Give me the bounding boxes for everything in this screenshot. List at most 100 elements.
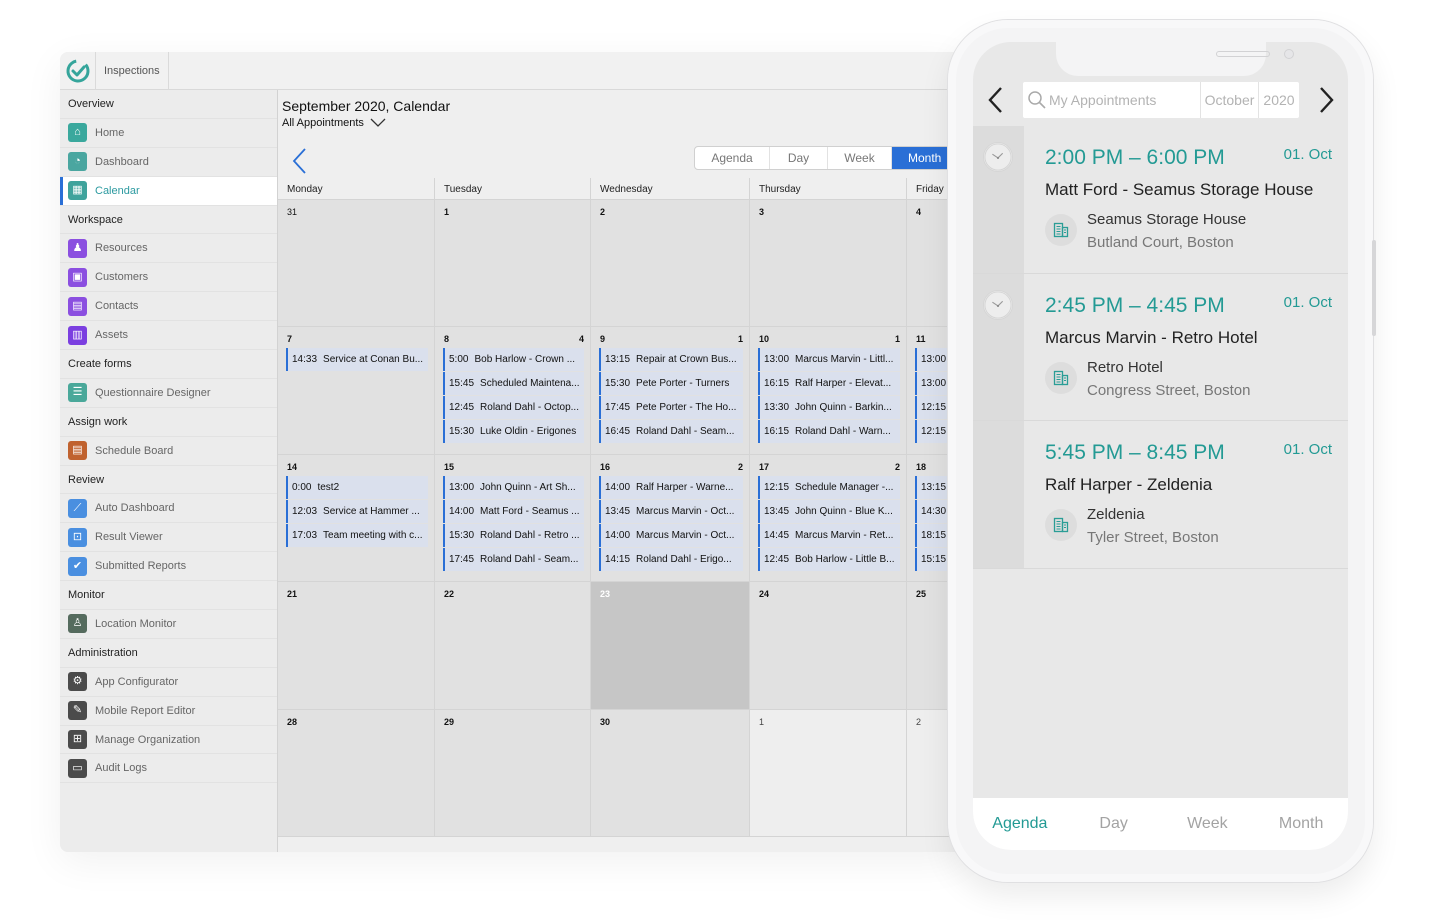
calendar-event[interactable]: 16:15 Roland Dahl - Warn... (758, 420, 900, 444)
calendar-day-cell[interactable]: 15 13:00 John Quinn - Art Sh... 14:00 Matt F… (435, 454, 591, 582)
app-tab-inspections[interactable]: Inspections (96, 52, 169, 90)
sidebar-item-mobile-report-editor[interactable]: ✎ Mobile Report Editor (60, 697, 277, 726)
calendar-day-cell[interactable]: 21 (278, 582, 435, 709)
calendar-event[interactable]: 12:03 Service at Hammer ... (286, 499, 428, 523)
calendar-day-cell[interactable]: 9 1 13:15 Repair at Crown Bus... 15:30 Pete P… (591, 327, 750, 454)
sidebar-item-home[interactable]: ⌂ Home (60, 119, 277, 148)
calendar-event[interactable]: 15:45 Scheduled Maintena... (443, 372, 584, 396)
calendar-event[interactable]: 12:45 Roland Dahl - Octop... (443, 396, 584, 420)
calendar-day-cell[interactable]: 18 13:15 14:30 18:15 15:15 (907, 454, 953, 582)
calendar-event[interactable]: 12:45 Bob Harlow - Little B... (758, 547, 900, 571)
calendar-day-cell[interactable]: 14 0:00 test2 12:03 Service at Hammer ... 17:… (278, 454, 435, 582)
sidebar-item-result-viewer[interactable]: ⊡ Result Viewer (60, 523, 277, 553)
calendar-event[interactable]: 13:45 John Quinn - Blue K... (758, 499, 900, 523)
appointments-filter-dropdown[interactable]: All Appointments (282, 117, 386, 129)
sidebar-item-assets[interactable]: ▥ Assets (60, 321, 277, 351)
more-events-count[interactable]: 1 (738, 334, 743, 344)
calendar-event[interactable]: 14:33 Service at Conan Bu... (286, 348, 428, 372)
more-events-count[interactable]: 1 (895, 334, 900, 344)
calendar-event[interactable]: 17:45 Pete Porter - The Ho... (599, 396, 743, 420)
calendar-event[interactable]: 15:30 Pete Porter - Turners (599, 372, 743, 396)
mobile-month-selector[interactable]: October (1201, 82, 1259, 118)
calendar-event[interactable]: 14:00 Matt Ford - Seamus ... (443, 499, 584, 523)
calendar-event[interactable]: 13:00 John Quinn - Art Sh... (443, 475, 584, 499)
calendar-day-cell[interactable]: 7 14:33 Service at Conan Bu... (278, 327, 435, 454)
sidebar-item-dashboard[interactable]: ◔ Dashboard (60, 148, 277, 177)
sidebar-item-submitted-reports[interactable]: ✔ Submitted Reports (60, 552, 277, 582)
calendar-event[interactable]: 13:15 Repair at Crown Bus... (599, 348, 743, 372)
calendar-day-cell[interactable]: 23 (591, 582, 750, 709)
calendar-event[interactable]: 13:30 John Quinn - Barkin... (758, 396, 900, 420)
calendar-event[interactable]: 15:30 Roland Dahl - Retro ... (443, 523, 584, 547)
calendar-event[interactable]: 15:30 Luke Oldin - Erigones (443, 420, 584, 444)
mobile-tab-week[interactable]: Week (1161, 798, 1255, 850)
sidebar-item-schedule-board[interactable]: ▤ Schedule Board (60, 437, 277, 466)
view-week-button[interactable]: Week (828, 147, 892, 169)
sidebar-item-customers[interactable]: ▣ Customers (60, 263, 277, 293)
calendar-event[interactable]: 13:45 Marcus Marvin - Oct... (599, 499, 743, 523)
calendar-day-cell[interactable]: 2 (907, 709, 953, 836)
more-events-count[interactable]: 2 (895, 462, 900, 472)
view-agenda-button[interactable]: Agenda (695, 147, 770, 169)
sidebar-item-resources[interactable]: ♟ Resources (60, 234, 277, 264)
agenda-item[interactable]: 2:00 PM – 6:00 PM 01. Oct Matt Ford - Se… (973, 126, 1348, 274)
calendar-day-cell[interactable]: 22 (435, 582, 591, 709)
calendar-event[interactable]: 14:00 Ralf Harper - Warne... (599, 475, 743, 499)
calendar-event[interactable]: 13:00 Marcus Marvin - Littl... (758, 348, 900, 372)
calendar-event[interactable]: 12:15 Schedule Manager -... (758, 475, 900, 499)
calendar-day-cell[interactable]: 28 (278, 709, 435, 836)
calendar-event[interactable]: 16:45 Roland Dahl - Seam... (599, 420, 743, 444)
calendar-day-cell[interactable]: 10 1 13:00 Marcus Marvin - Littl... 16:15 Ral… (750, 327, 907, 454)
calendar-event[interactable]: 17:03 Team meeting with c... (286, 523, 428, 547)
event-title: Marcus Marvin - Oct... (636, 505, 735, 517)
calendar-event[interactable]: 0:00 test2 (286, 475, 428, 499)
mobile-tab-month[interactable]: Month (1254, 798, 1348, 850)
sidebar-item-location-monitor[interactable]: ♙ Location Monitor (60, 610, 277, 639)
mobile-tab-day[interactable]: Day (1067, 798, 1161, 850)
previous-month-button[interactable] (290, 146, 310, 176)
mobile-next-button[interactable] (1317, 84, 1337, 116)
phone-notch (1056, 42, 1294, 76)
sidebar-item-questionnaire-designer[interactable]: ☰ Questionnaire Designer (60, 379, 277, 408)
calendar-event[interactable]: 17:45 Roland Dahl - Seam... (443, 547, 584, 571)
assets-icon: ▥ (68, 325, 87, 345)
calendar-day-cell[interactable]: 1 (750, 709, 907, 836)
sidebar-item-auto-dashboard[interactable]: ⟋ Auto Dashboard (60, 494, 277, 524)
calendar-event[interactable]: 14:45 Marcus Marvin - Ret... (758, 523, 900, 547)
more-events-count[interactable]: 2 (738, 462, 743, 472)
calendar-event[interactable]: 14:00 Marcus Marvin - Oct... (599, 523, 743, 547)
view-month-button[interactable]: Month (892, 147, 952, 169)
sidebar-item-manage-organization[interactable]: ⊞ Manage Organization (60, 726, 277, 755)
more-events-count[interactable]: 4 (579, 334, 584, 344)
calendar-day-cell[interactable]: 25 (907, 582, 953, 709)
agenda-item[interactable]: 5:45 PM – 8:45 PM 01. Oct Ralf Harper - … (973, 421, 1348, 569)
mobile-year-selector[interactable]: 2020 (1259, 82, 1299, 118)
calendar-day-cell[interactable]: 31 (278, 200, 435, 327)
agenda-gutter (973, 126, 1024, 273)
app-logo[interactable] (60, 52, 96, 90)
calendar-day-cell[interactable]: 2 (591, 200, 750, 327)
mobile-search-input[interactable]: My Appointments (1023, 82, 1201, 118)
mobile-tab-agenda[interactable]: Agenda (973, 798, 1067, 850)
calendar-event[interactable]: 5:00 Bob Harlow - Crown ... (443, 348, 584, 372)
agenda-item[interactable]: 2:45 PM – 4:45 PM 01. Oct Marcus Marvin … (973, 273, 1348, 421)
calendar-event[interactable]: 14:15 Roland Dahl - Erigo... (599, 547, 743, 571)
sidebar-item-contacts[interactable]: ▤ Contacts (60, 292, 277, 322)
calendar-day-cell[interactable]: 11 13:00 13:00 12:15 12:15 (907, 327, 953, 454)
calendar-day-cell[interactable]: 4 (907, 200, 953, 327)
calendar-day-cell[interactable]: 16 2 14:00 Ralf Harper - Warne... 13:45 Marcu… (591, 454, 750, 582)
calendar-day-cell[interactable]: 17 2 12:15 Schedule Manager -... 13:45 John Q… (750, 454, 907, 582)
calendar-day-cell[interactable]: 29 (435, 709, 591, 836)
calendar-day-cell[interactable]: 8 4 5:00 Bob Harlow - Crown ... 15:45 Schedul… (435, 327, 591, 454)
sidebar-item-audit-logs[interactable]: ▭ Audit Logs (60, 754, 277, 784)
mobile-previous-button[interactable] (985, 84, 1005, 116)
calendar-day-cell[interactable]: 30 (591, 709, 750, 836)
calendar-day-cell[interactable]: 1 (435, 200, 591, 327)
sidebar-item-calendar[interactable]: ▦ Calendar (60, 176, 277, 206)
sidebar-item-app-configurator[interactable]: ⚙ App Configurator (60, 668, 277, 697)
event-title: Bob Harlow - Crown ... (474, 354, 576, 366)
calendar-day-cell[interactable]: 24 (750, 582, 907, 709)
view-day-button[interactable]: Day (770, 147, 828, 169)
calendar-event[interactable]: 16:15 Ralf Harper - Elevat... (758, 372, 900, 396)
calendar-day-cell[interactable]: 3 (750, 200, 907, 327)
